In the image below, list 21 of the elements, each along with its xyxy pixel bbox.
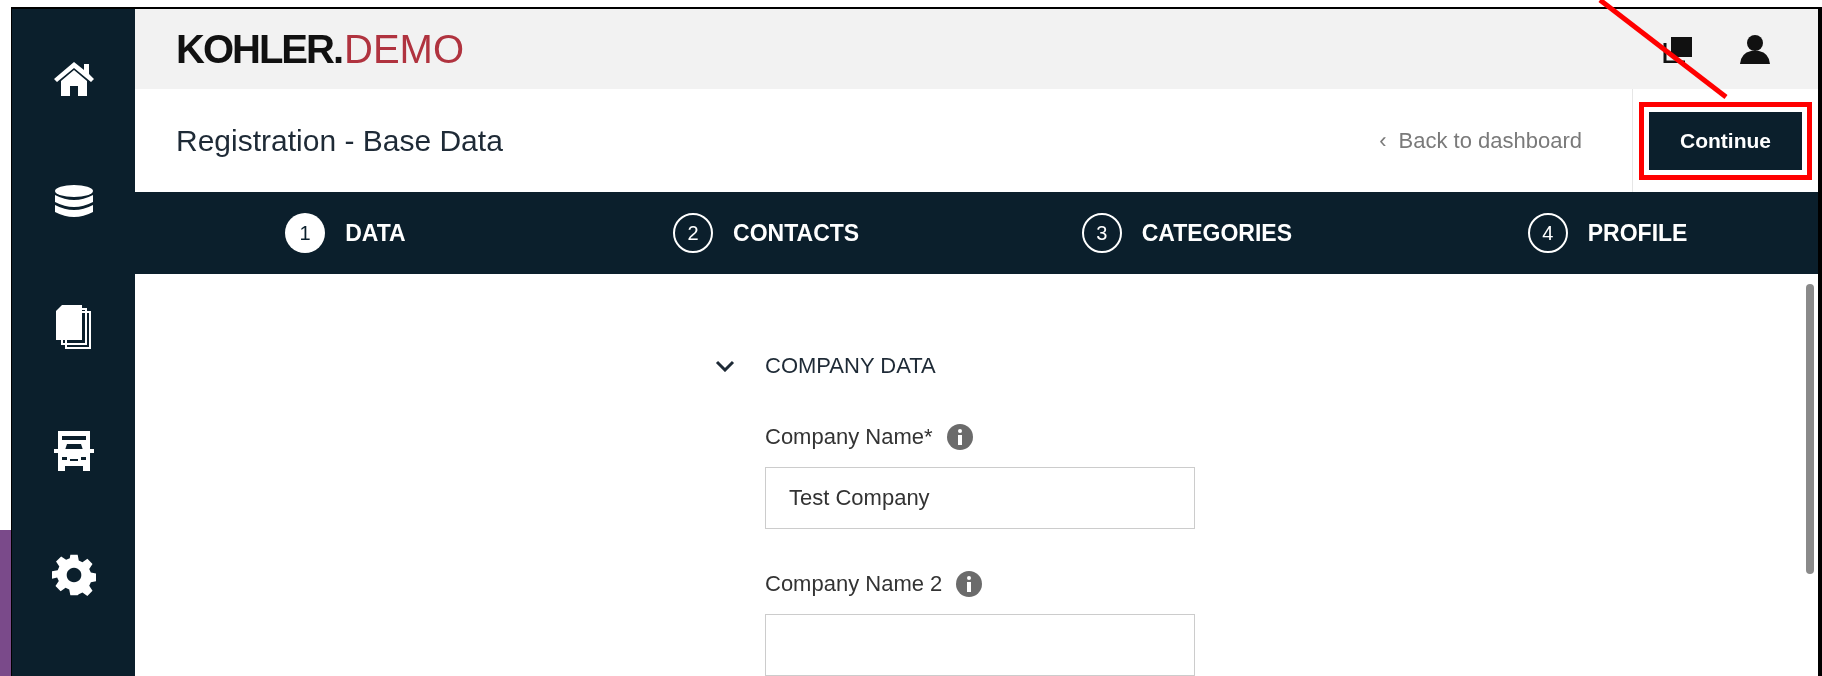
step-tab[interactable]: 4 PROFILE bbox=[1397, 192, 1818, 274]
field-label: Company Name 2 bbox=[765, 570, 943, 598]
truck-icon[interactable] bbox=[51, 429, 96, 473]
step-tab[interactable]: 2 CONTACTS bbox=[555, 192, 977, 274]
text-input[interactable]: Test Company bbox=[765, 467, 1195, 529]
settings-icon[interactable] bbox=[51, 553, 96, 597]
step-tab[interactable]: 3 CATEGORIES bbox=[976, 192, 1398, 274]
documents-icon[interactable] bbox=[53, 304, 94, 350]
info-icon[interactable] bbox=[956, 570, 983, 597]
text-input[interactable] bbox=[765, 614, 1195, 676]
info-icon[interactable] bbox=[946, 423, 973, 450]
step-tab[interactable]: 1 DATA bbox=[135, 192, 556, 274]
user-icon[interactable] bbox=[1739, 33, 1771, 64]
field-label: Company Name* bbox=[765, 423, 933, 451]
back-link[interactable]: ‹ Back to dashboard bbox=[1379, 124, 1582, 157]
section-title: COMPANY DATA bbox=[765, 352, 936, 380]
page-title: Registration - Base Data bbox=[176, 123, 503, 159]
windows-icon[interactable] bbox=[1663, 34, 1693, 63]
logo[interactable]: KOHLER.DEMO bbox=[176, 18, 464, 79]
chevron-icon[interactable] bbox=[715, 359, 735, 372]
scrollbar-thumb[interactable] bbox=[1806, 284, 1814, 574]
